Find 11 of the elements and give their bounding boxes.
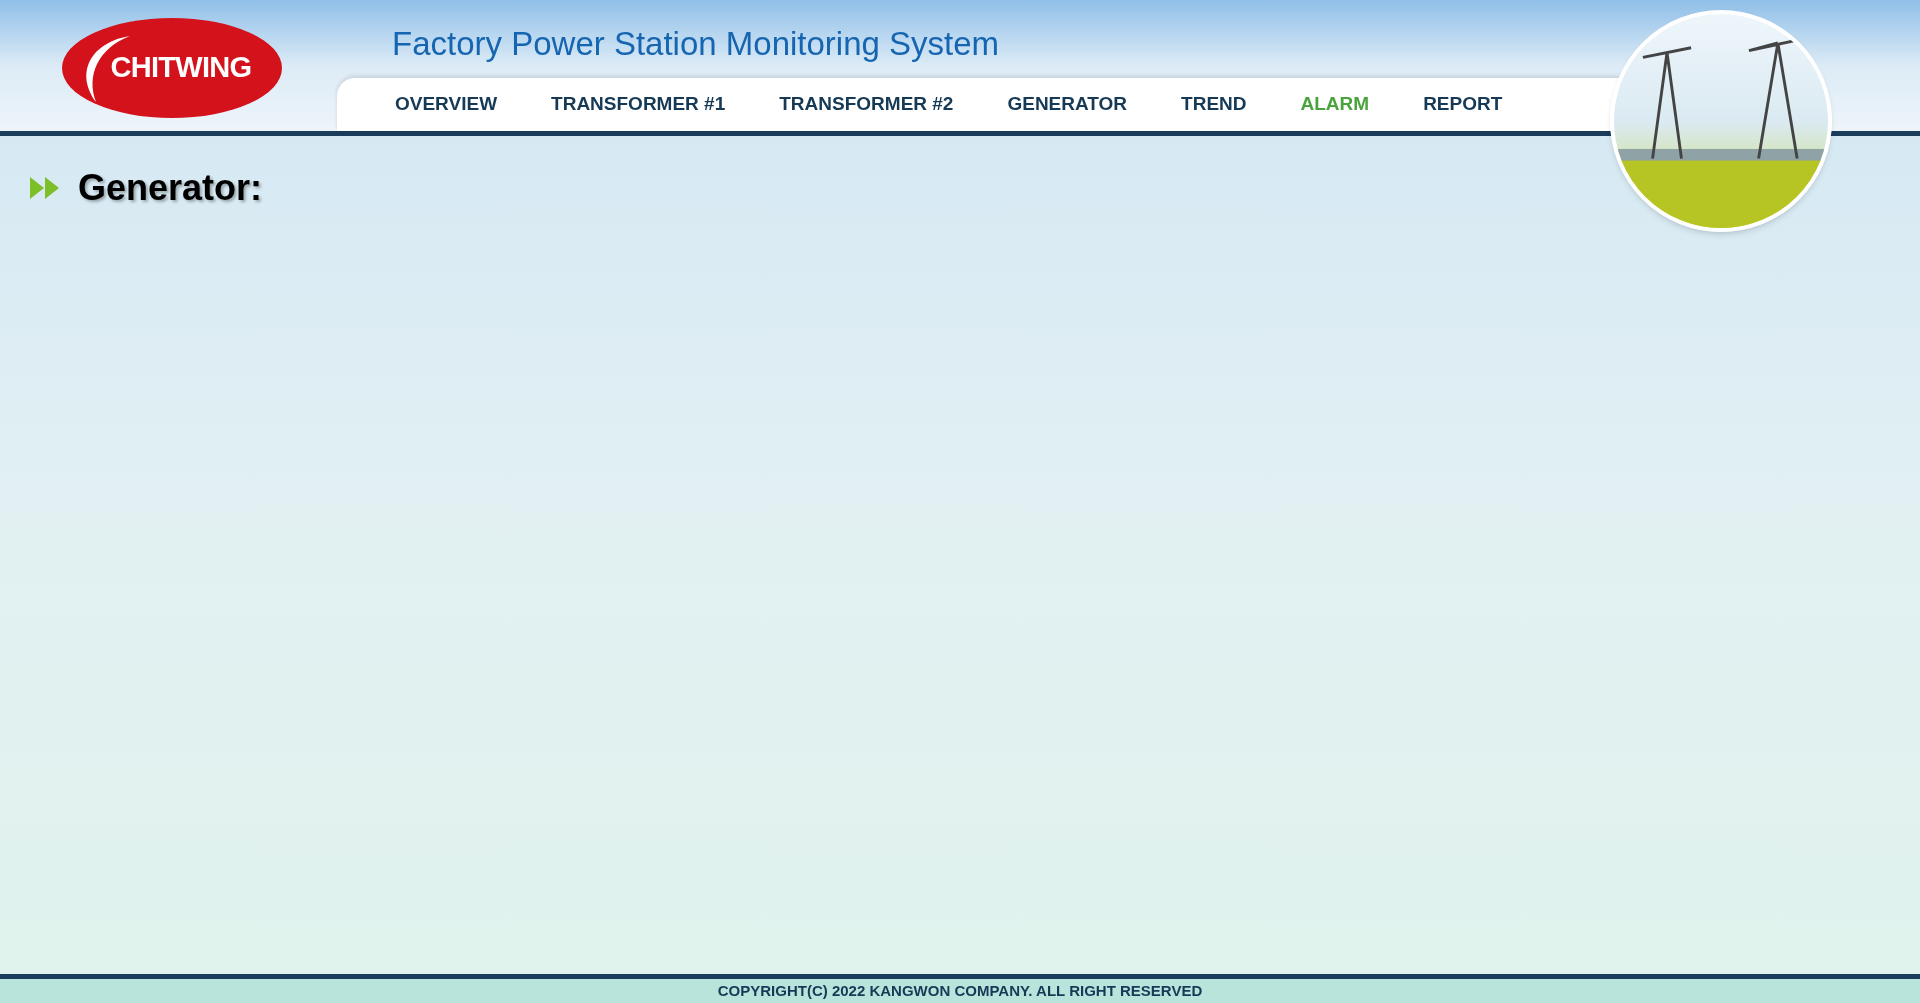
nav-tab[interactable]: OVERVIEW bbox=[393, 90, 500, 119]
app-title: Factory Power Station Monitoring System bbox=[392, 27, 1001, 60]
page-heading: Generator: bbox=[78, 166, 263, 210]
nav-tab[interactable]: TRANSFORMER #1 bbox=[549, 90, 728, 119]
nav-tab[interactable]: TREND bbox=[1179, 90, 1249, 119]
nav-tab[interactable]: GENERATOR bbox=[1005, 90, 1130, 119]
double-arrow-icon bbox=[30, 177, 61, 199]
nav-tab[interactable]: REPORT bbox=[1421, 90, 1505, 119]
nav-tab[interactable]: TRANSFORMER #2 bbox=[777, 90, 956, 119]
logo-text: CHITWING bbox=[110, 50, 252, 86]
copyright-text: COPYRIGHT(C) 2022 KANGWON COMPANY. ALL RIGHT RESERVED bbox=[717, 980, 1203, 1001]
